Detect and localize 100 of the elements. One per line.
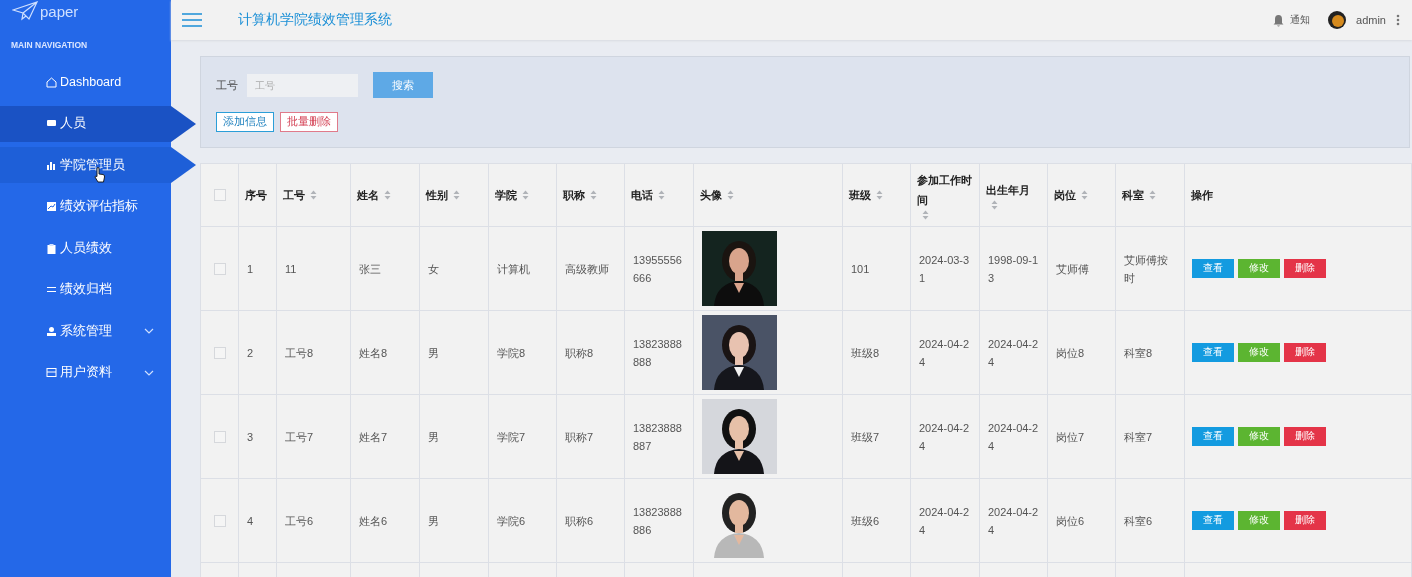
- table-cell-text: 学院8: [497, 345, 526, 361]
- sort-icon[interactable]: [658, 190, 665, 200]
- table-cell-text: 姓名7: [359, 429, 388, 445]
- view-button[interactable]: 查看: [1192, 427, 1234, 446]
- table-cell-text: 3: [247, 429, 254, 445]
- column-header: 职称: [563, 188, 585, 203]
- table-cell-text: 工号8: [285, 345, 314, 361]
- more-icon[interactable]: [1396, 14, 1400, 26]
- avatar-icon[interactable]: [1328, 11, 1347, 29]
- app-title: 计算机学院绩效管理系统: [238, 11, 392, 29]
- table-cell-text: 职称7: [565, 429, 594, 445]
- table-cell-text: 职称6: [565, 513, 594, 529]
- notification-link[interactable]: 通知: [1290, 13, 1311, 27]
- edit-button[interactable]: 修改: [1238, 427, 1280, 446]
- table-cell-text: 学院7: [497, 429, 526, 445]
- view-button[interactable]: 查看: [1192, 259, 1234, 278]
- sort-icon[interactable]: [876, 190, 883, 200]
- column-header: 序号: [245, 188, 267, 203]
- table-cell-text: 2024-03-31: [919, 252, 971, 286]
- column-header: 班级: [849, 188, 871, 203]
- row-checkbox[interactable]: [213, 346, 226, 359]
- table-cell-text: 2024-04-24: [988, 336, 1039, 370]
- table-cell-text: 13823888887: [633, 420, 683, 454]
- delete-button[interactable]: 删除: [1284, 259, 1326, 278]
- sort-icon[interactable]: [384, 190, 391, 200]
- edit-button[interactable]: 修改: [1238, 343, 1280, 362]
- delete-button[interactable]: 删除: [1284, 511, 1326, 530]
- table-cell-text: 艾师傅: [1056, 261, 1089, 277]
- table-cell-text: 男: [428, 345, 439, 361]
- sort-icon[interactable]: [453, 190, 460, 200]
- delete-button[interactable]: 删除: [1284, 343, 1326, 362]
- clipboard-icon: [46, 242, 57, 254]
- table-cell-text: 艾师傅按时: [1124, 252, 1169, 286]
- table-cell-text: 4: [247, 513, 254, 529]
- batch-delete-button[interactable]: 批量删除: [280, 112, 338, 132]
- field-label: 工号: [216, 77, 238, 93]
- sort-icon[interactable]: [991, 200, 998, 210]
- table-cell-text: 岗位6: [1056, 513, 1085, 529]
- table-cell-text: 2024-04-24: [919, 336, 971, 370]
- bar-chart-icon: [46, 159, 57, 171]
- table-cell-text: 工号7: [285, 429, 314, 445]
- home-icon: [46, 76, 57, 88]
- column-header: 参加工作时间: [917, 173, 973, 208]
- table-cell-text: 张三: [359, 261, 381, 277]
- table-cell-text: 班级8: [851, 345, 880, 361]
- table-cell-text: 女: [428, 261, 439, 277]
- nav-item[interactable]: Dashboard: [0, 64, 171, 100]
- user-name[interactable]: admin: [1356, 14, 1386, 26]
- column-header: 姓名: [357, 188, 379, 203]
- delete-button[interactable]: 删除: [1284, 427, 1326, 446]
- view-button[interactable]: 查看: [1192, 511, 1234, 530]
- bell-icon[interactable]: [1273, 13, 1285, 27]
- chart-icon: [46, 201, 57, 212]
- select-all-checkbox[interactable]: [213, 189, 226, 201]
- row-checkbox[interactable]: [213, 430, 226, 443]
- card-icon: [46, 367, 57, 378]
- table-cell-text: 计算机: [497, 261, 530, 277]
- table-cell-text: 1998-09-13: [988, 252, 1039, 286]
- table-cell-text: 班级6: [851, 513, 880, 529]
- table-cell-text: 13823888886: [633, 504, 683, 538]
- table-cell-text: 2024-04-24: [988, 504, 1039, 538]
- chevron-down-icon: [144, 328, 154, 334]
- logo-text: paper: [40, 2, 79, 20]
- view-button[interactable]: 查看: [1192, 343, 1234, 362]
- search-button[interactable]: 搜索: [373, 72, 433, 98]
- nav-item[interactable]: 人员绩效: [0, 230, 171, 266]
- row-checkbox[interactable]: [213, 514, 226, 527]
- menu-icon[interactable]: [182, 13, 202, 27]
- row-checkbox[interactable]: [213, 262, 226, 275]
- sort-icon[interactable]: [1081, 190, 1088, 200]
- sort-icon[interactable]: [310, 190, 317, 200]
- section-title: MAIN NAVIGATION: [10, 39, 89, 46]
- edit-button[interactable]: 修改: [1238, 259, 1280, 278]
- add-button[interactable]: 添加信息: [216, 112, 274, 132]
- table-cell-text: 岗位7: [1056, 429, 1085, 445]
- search-field[interactable]: 工号: [247, 73, 358, 97]
- column-header: 工号: [283, 188, 305, 203]
- sort-icon[interactable]: [522, 190, 529, 200]
- sliders-icon: [46, 284, 57, 295]
- sort-icon[interactable]: [590, 190, 597, 200]
- column-header: 操作: [1191, 188, 1213, 203]
- sort-icon[interactable]: [1149, 190, 1156, 200]
- edit-button[interactable]: 修改: [1238, 511, 1280, 530]
- chevron-down-icon: [144, 369, 154, 376]
- nav-item[interactable]: 系统管理: [0, 313, 171, 349]
- nav-item[interactable]: 绩效评估指标: [0, 188, 171, 225]
- column-header: 岗位: [1054, 188, 1076, 203]
- table-cell-text: 男: [428, 429, 439, 445]
- table-cell-text: 姓名8: [359, 345, 388, 361]
- column-header: 出生年月: [986, 183, 1030, 198]
- table-cell-text: 2024-04-24: [988, 420, 1039, 454]
- table-cell-text: 工号6: [285, 513, 314, 529]
- table-cell-text: 学院6: [497, 513, 526, 529]
- table-cell-text: 职称8: [565, 345, 594, 361]
- sort-icon[interactable]: [922, 210, 929, 220]
- nav-item[interactable]: 绩效归档: [0, 271, 171, 308]
- table-cell-text: 2: [247, 345, 254, 361]
- nav-item[interactable]: 用户资料: [0, 354, 171, 391]
- sort-icon[interactable]: [727, 190, 734, 200]
- table-cell-text: 高级教师: [565, 261, 609, 277]
